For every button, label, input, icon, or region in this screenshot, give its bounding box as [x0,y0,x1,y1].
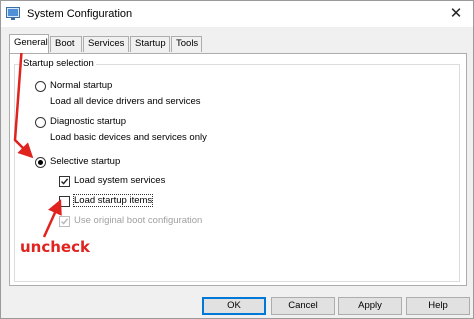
tab-tools-label: Tools [176,38,199,49]
startup-selection-label: Startup selection [21,58,96,69]
normal-startup-description: Load all device drivers and services [50,96,201,107]
tab-startup[interactable]: Startup [130,36,170,52]
tab-general-label: General [14,37,48,48]
apply-button[interactable]: Apply [338,297,402,315]
selective-startup-radio[interactable] [35,157,46,168]
tab-tools[interactable]: Tools [171,36,202,52]
tab-services-label: Services [88,38,125,49]
close-button[interactable]: ✕ [445,5,467,23]
normal-startup-radio[interactable] [35,81,46,92]
help-button[interactable]: Help [406,297,470,315]
selective-startup-label[interactable]: Selective startup [50,156,120,167]
load-system-services-label[interactable]: Load system services [74,175,165,186]
annotation-uncheck-text: uncheck [20,238,90,256]
diagnostic-startup-description: Load basic devices and services only [50,132,207,143]
use-original-boot-config-label: Use original boot configuration [74,215,203,226]
tab-services[interactable]: Services [83,36,129,52]
tab-boot[interactable]: Boot [50,36,82,52]
diagnostic-startup-label[interactable]: Diagnostic startup [50,116,126,127]
cancel-button[interactable]: Cancel [271,297,335,315]
checkmark-icon [61,178,69,185]
tab-startup-label: Startup [135,38,166,49]
diagnostic-startup-radio[interactable] [35,117,46,128]
load-system-services-checkbox[interactable] [59,176,70,187]
load-startup-items-label[interactable]: Load startup items [72,194,154,207]
window-title: System Configuration [27,8,133,20]
tab-boot-label: Boot [55,38,75,49]
title-bar: System Configuration ✕ [1,1,473,27]
radio-selected-dot [38,160,43,165]
use-original-boot-config-checkbox [59,216,70,227]
ok-button[interactable]: OK [202,297,266,315]
system-configuration-window: System Configuration ✕ General Boot Serv… [0,0,474,319]
tab-general[interactable]: General [9,34,49,53]
checkmark-icon [61,218,69,225]
msconfig-app-icon [6,7,20,20]
normal-startup-label[interactable]: Normal startup [50,80,112,91]
load-startup-items-checkbox[interactable] [59,196,70,207]
